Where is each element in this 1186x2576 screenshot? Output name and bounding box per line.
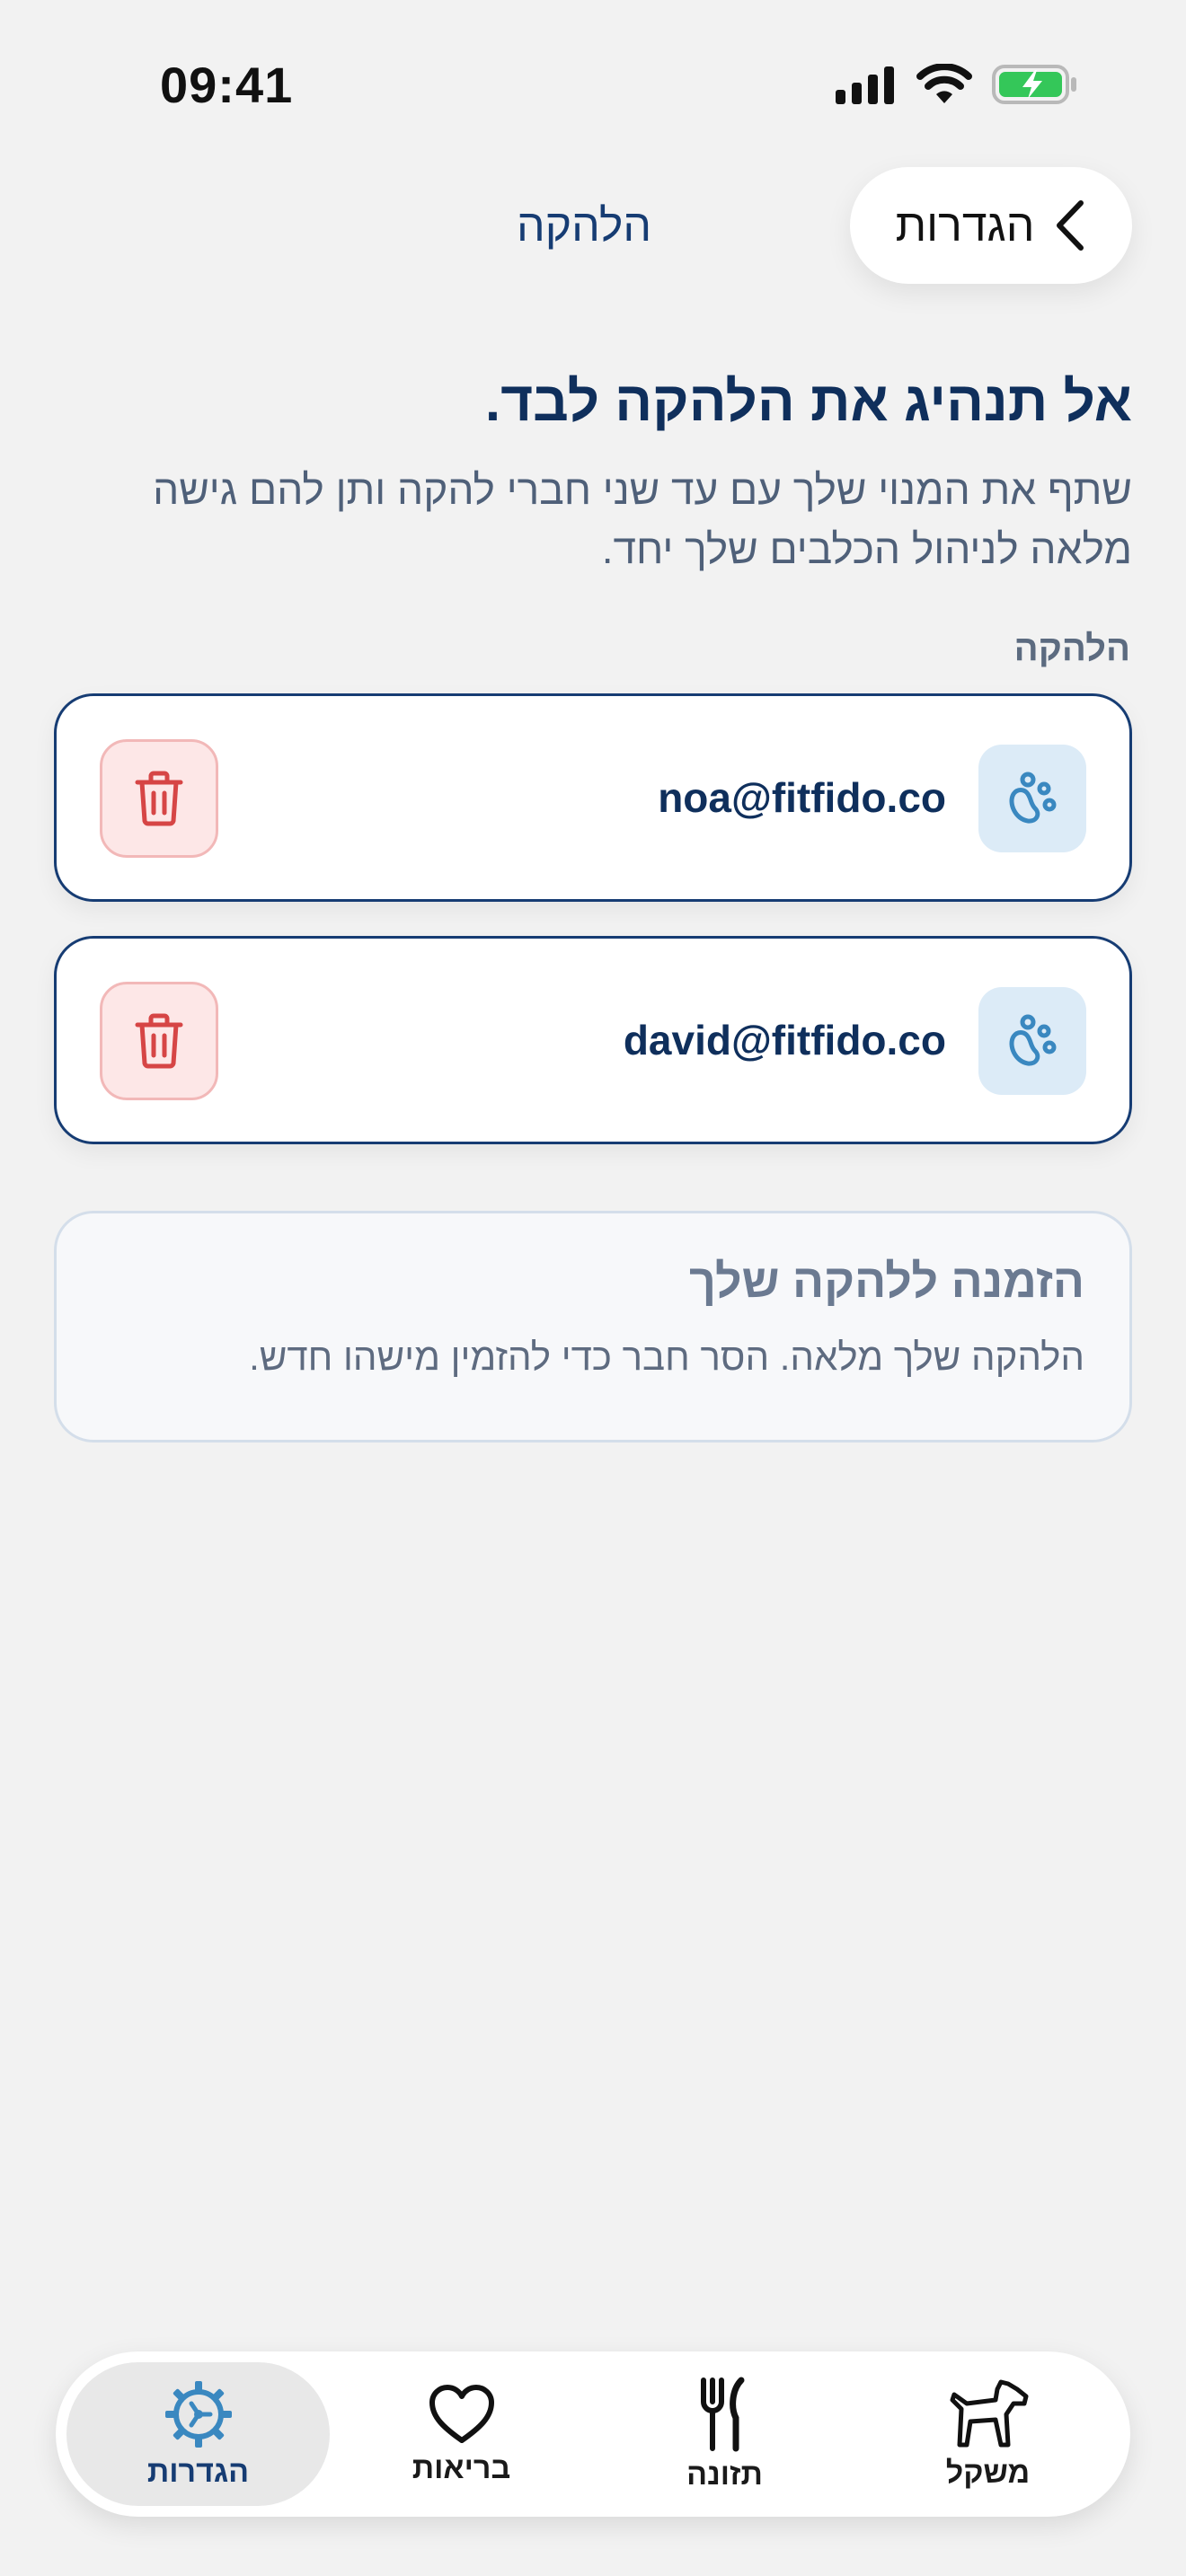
intro: אל תנהיג את הלהקה לבד. שתף את המנוי שלך … bbox=[54, 366, 1132, 578]
gear-icon bbox=[164, 2380, 232, 2448]
paw-icon bbox=[1009, 772, 1057, 824]
intro-heading: אל תנהיג את הלהקה לבד. bbox=[484, 371, 1132, 433]
tab-health[interactable]: בריאות bbox=[330, 2362, 593, 2506]
intro-description: שתף את המנוי שלך עם עד שני חברי להקה ותן… bbox=[153, 466, 1132, 572]
back-button[interactable]: הגדרות bbox=[850, 167, 1132, 284]
cellular-signal-icon bbox=[836, 66, 894, 104]
member-email: noa@fitfido.co bbox=[658, 774, 946, 821]
status-icons bbox=[836, 63, 1078, 106]
member-card: david@fitfido.co bbox=[54, 936, 1132, 1144]
delete-member-button[interactable] bbox=[100, 739, 218, 858]
status-time: 09:41 bbox=[160, 57, 294, 113]
battery-charging-icon bbox=[992, 65, 1076, 104]
trash-icon bbox=[135, 771, 183, 826]
invite-title: הזמנה ללהקה שלך bbox=[688, 1256, 1084, 1308]
dog-icon bbox=[950, 2379, 1028, 2447]
tab-label: תזונה bbox=[686, 2457, 763, 2492]
back-label: הגדרות bbox=[895, 200, 1035, 251]
tab-bar: הגדרות בריאות תזונה משקל bbox=[56, 2351, 1130, 2517]
paw-badge bbox=[978, 987, 1086, 1095]
delete-member-button[interactable] bbox=[100, 982, 218, 1100]
trash-icon bbox=[135, 1013, 183, 1069]
invite-text: הלהקה שלך מלאה. הסר חבר כדי להזמין מישהו… bbox=[249, 1336, 1084, 1378]
tab-label: הגדרות bbox=[146, 2454, 250, 2489]
heart-icon bbox=[429, 2384, 494, 2443]
tab-nutrition[interactable]: תזונה bbox=[593, 2362, 856, 2506]
paw-icon bbox=[1009, 1014, 1057, 1066]
member-email: david@fitfido.co bbox=[623, 1017, 946, 1063]
paw-badge bbox=[978, 745, 1086, 852]
tab-label: משקל bbox=[945, 2455, 1031, 2490]
chevron-left-icon bbox=[1057, 200, 1084, 251]
page-title: הלהקה bbox=[516, 200, 652, 251]
fork-knife-icon bbox=[700, 2377, 744, 2451]
tab-label: בריאות bbox=[412, 2450, 511, 2485]
member-card: noa@fitfido.co bbox=[54, 693, 1132, 902]
invite-card: הזמנה ללהקה שלך הלהקה שלך מלאה. הסר חבר … bbox=[54, 1211, 1132, 1442]
pack-section-label: הלהקה bbox=[1013, 629, 1130, 668]
screen: 09:41 הגדרות הלהקה אל תנהיג את הלהקה לבד… bbox=[0, 0, 1186, 2576]
tab-settings[interactable]: הגדרות bbox=[66, 2362, 330, 2506]
wifi-icon bbox=[916, 64, 972, 103]
tab-weight[interactable]: משקל bbox=[856, 2362, 1120, 2506]
